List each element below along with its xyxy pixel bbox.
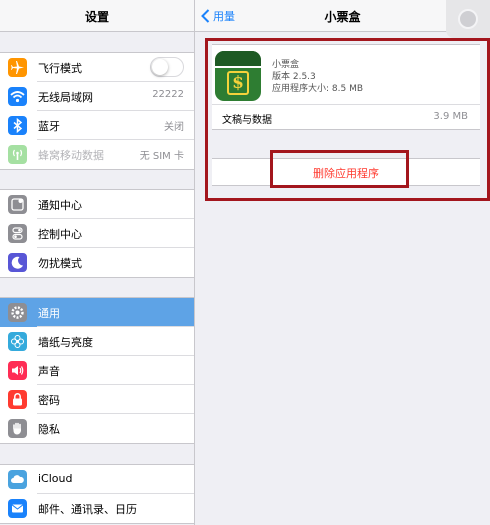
sidebar-item-mail-contacts-calendars[interactable]: 邮件、通讯录、日历 [0,494,194,523]
assistive-touch-dot [458,9,478,29]
gear-icon [8,303,27,322]
hand-icon [8,419,27,438]
moon-icon [8,253,27,272]
sidebar-item-label: 邮件、通讯录、日历 [38,503,137,516]
sidebar-item-wallpaper-brightness[interactable]: 墙纸与亮度 [0,327,194,356]
sidebar-item-label: 蓝牙 [38,120,60,133]
sidebar-item-label: 通用 [38,307,60,320]
settings-group-system: 通知中心 控制中心 勿扰模式 [0,189,194,278]
control-center-icon [8,224,27,243]
sidebar-item-label: iCloud [38,472,73,485]
wifi-icon [8,87,27,106]
sidebar-item-privacy[interactable]: 隐私 [0,414,194,443]
sidebar-item-label: 声音 [38,365,60,378]
airplane-icon [8,58,27,77]
toggle-knob [152,59,168,75]
sidebar-item-icloud[interactable]: iCloud [0,465,194,494]
sidebar-item-control-center[interactable]: 控制中心 [0,219,194,248]
wallpaper-flower-icon [8,332,27,351]
cloud-icon [8,470,27,489]
sidebar-item-passcode[interactable]: 密码 [0,385,194,414]
airplane-mode-toggle[interactable] [150,57,184,77]
notification-center-icon [8,195,27,214]
sidebar-item-label: 隐私 [38,423,60,436]
mail-icon [8,499,27,518]
bluetooth-status-value: 关闭 [164,122,184,133]
sidebar-item-label: 通知中心 [38,199,82,212]
settings-sidebar: 设置 飞行模式 无线局域网 22222 蓝牙 关闭 蜂窝移动数据 无 SIM 卡… [0,0,194,525]
speaker-icon [8,361,27,380]
sidebar-item-general[interactable]: 通用 [0,298,194,327]
sidebar-item-label: 勿扰模式 [38,257,82,270]
sidebar-item-airplane-mode[interactable]: 飞行模式 [0,53,194,82]
sidebar-item-do-not-disturb[interactable]: 勿扰模式 [0,248,194,277]
sidebar-item-label: 蜂窝移动数据 [38,149,104,162]
wifi-network-value: 22222 [152,89,184,100]
settings-group-accounts: iCloud 邮件、通讯录、日历 [0,464,194,524]
settings-group-general: 通用 墙纸与亮度 声音 密码 隐私 [0,297,194,444]
sidebar-item-label: 墙纸与亮度 [38,336,93,349]
sidebar-item-label: 密码 [38,394,60,407]
sidebar-item-bluetooth[interactable]: 蓝牙 关闭 [0,111,194,140]
sidebar-item-notification-center[interactable]: 通知中心 [0,190,194,219]
lock-icon [8,390,27,409]
bluetooth-icon [8,116,27,135]
settings-nav-bar: 设置 [0,0,194,32]
settings-group-connectivity: 飞行模式 无线局域网 22222 蓝牙 关闭 蜂窝移动数据 无 SIM 卡 [0,52,194,170]
sidebar-item-label: 飞行模式 [38,62,82,75]
annotation-delete-highlight [270,150,409,188]
sidebar-item-wifi[interactable]: 无线局域网 22222 [0,82,194,111]
cellular-status-value: 无 SIM 卡 [139,151,184,162]
sidebar-item-label: 控制中心 [38,228,82,241]
settings-title: 设置 [84,10,109,24]
cellular-icon [8,145,27,164]
sidebar-item-cellular-data[interactable]: 蜂窝移动数据 无 SIM 卡 [0,140,194,169]
sidebar-item-label: 无线局域网 [38,91,93,104]
sidebar-item-sounds[interactable]: 声音 [0,356,194,385]
assistive-touch-button[interactable] [446,0,490,38]
